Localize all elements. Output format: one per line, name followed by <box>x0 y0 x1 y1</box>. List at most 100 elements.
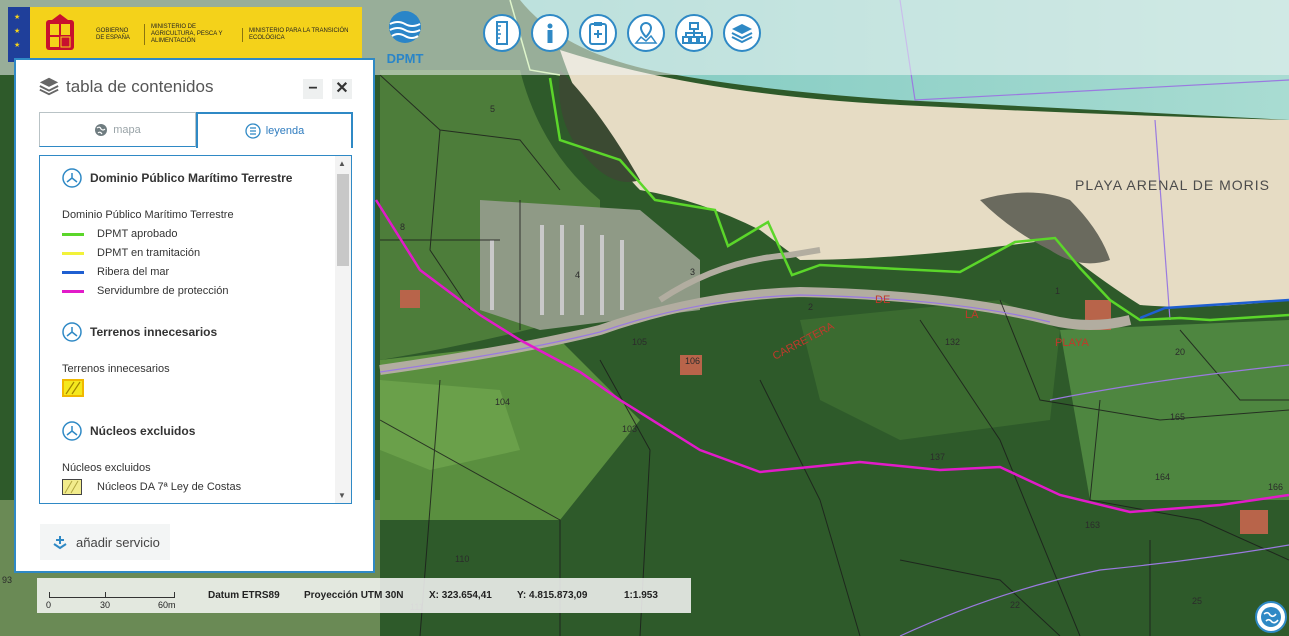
legend-group-title: Dominio Público Marítimo Terrestre <box>90 171 293 185</box>
legend-subtitle: Terrenos innecesarios <box>62 363 170 375</box>
legend-group-title: Núcleos excluidos <box>90 424 196 438</box>
legend-line-swatch <box>62 270 84 274</box>
info-button[interactable] <box>531 14 569 52</box>
map-label-beach: PLAYA ARENAL DE MORIS <box>1075 177 1270 193</box>
toc-header[interactable]: tabla de contenidos − ✕ <box>16 60 373 112</box>
legend-item-label: DPMT aprobado <box>97 228 178 240</box>
scroll-up-icon[interactable]: ▲ <box>338 159 346 168</box>
parcel-label: 137 <box>930 452 945 462</box>
tab-mapa[interactable]: mapa <box>39 112 196 147</box>
scale-bar <box>49 592 175 598</box>
add-service-label: añadir servicio <box>76 534 160 550</box>
add-service-button[interactable]: añadir servicio <box>40 524 170 560</box>
tab-mapa-label: mapa <box>113 123 141 136</box>
legend-icon <box>245 123 261 139</box>
scale-bar-tick <box>105 592 106 598</box>
x-coordinate: X: 323.654,41 <box>429 590 492 601</box>
locate-button[interactable] <box>627 14 665 52</box>
parcel-label: 3 <box>690 267 695 277</box>
legend-line-swatch <box>62 289 84 293</box>
legend-group-nucleos[interactable]: Núcleos excluidos <box>62 421 195 441</box>
legend-group-title: Terrenos innecesarios <box>90 325 218 339</box>
parcel-label: 1 <box>1055 286 1060 296</box>
legend-item-label: DPMT en tramitación <box>97 247 201 259</box>
gov-label: GOBIERNO DE ESPAÑA <box>96 27 130 41</box>
parcel-label: 8 <box>400 222 405 232</box>
coat-of-arms-icon <box>46 13 74 50</box>
clipboard-icon <box>589 22 607 45</box>
ministry-label: MINISTERIO DE AGRICULTURA, PESCA Y ALIME… <box>144 24 236 45</box>
close-button[interactable]: ✕ <box>332 79 352 99</box>
scroll-down-icon[interactable]: ▼ <box>338 491 346 500</box>
legend-group-dpmt[interactable]: Dominio Público Marítimo Terrestre <box>62 168 292 188</box>
parcel-label: 104 <box>495 397 510 407</box>
parcel-label: 105 <box>632 337 647 347</box>
eu-flag-icon: ★ ★ ★ <box>8 7 30 62</box>
parcel-label: 110 <box>455 554 469 564</box>
parcel-label: 106 <box>685 356 700 366</box>
legend-item: DPMT en tramitación <box>62 247 200 259</box>
map-pin-icon <box>634 21 658 44</box>
add-service-icon <box>53 536 67 550</box>
legend-group-terrenos[interactable]: Terrenos innecesarios <box>62 322 217 342</box>
scale-label: 60m <box>158 600 176 610</box>
scale-label: 30 <box>100 600 111 610</box>
layers-icon <box>39 77 59 96</box>
basemap-button[interactable] <box>1255 601 1287 633</box>
parcel-label: 4 <box>575 270 580 280</box>
parcel-label: 165 <box>1170 412 1185 422</box>
ruler-icon <box>496 21 508 45</box>
legend-item-label: Ribera del mar <box>97 266 170 278</box>
map-label-road: LA <box>965 309 979 321</box>
dpmt-logo: DPMT <box>380 10 430 66</box>
scale-label: 0 <box>46 600 52 610</box>
parcel-label: 163 <box>1085 520 1100 530</box>
layers-icon <box>731 24 753 44</box>
clipboard-button[interactable] <box>579 14 617 52</box>
toc-tabs: mapa leyenda <box>39 112 353 148</box>
hatched-swatch <box>62 379 84 397</box>
measure-button[interactable] <box>483 14 521 52</box>
parcel-label: 22 <box>1010 600 1020 610</box>
legend-scrollbar[interactable]: ▲ ▼ <box>335 156 351 503</box>
legend-list[interactable]: Dominio Público Marítimo Terrestre Domin… <box>39 155 352 504</box>
legend-item: Servidumbre de protección <box>62 285 228 297</box>
legend-item <box>62 379 84 397</box>
legend-line-swatch <box>62 251 84 255</box>
hierarchy-button[interactable] <box>675 14 713 52</box>
app-logo-text: DPMT <box>386 51 424 66</box>
projection-label: Proyección UTM 30N <box>304 590 404 601</box>
y-coordinate: Y: 4.815.873,09 <box>517 590 588 601</box>
service-icon <box>62 421 82 441</box>
parcel-label: 2 <box>808 302 813 312</box>
legend-item: Ribera del mar <box>62 266 169 278</box>
legend-item-label: Servidumbre de protección <box>97 285 229 297</box>
info-icon <box>547 23 553 43</box>
legend-item: Núcleos DA 7ª Ley de Costas <box>62 479 241 495</box>
main-toolbar <box>483 14 761 52</box>
parcel-label: 5 <box>490 104 495 114</box>
parcel-label: 132 <box>945 337 960 347</box>
parcel-label: 166 <box>1268 482 1283 492</box>
map-scale: 1:1.953 <box>624 590 658 601</box>
layers-button[interactable] <box>723 14 761 52</box>
legend-subtitle: Núcleos excluidos <box>62 462 151 474</box>
table-of-contents-panel: tabla de contenidos − ✕ mapa leyenda Dom… <box>14 58 375 573</box>
globe-icon <box>1261 607 1281 627</box>
sitemap-icon <box>682 22 706 44</box>
datum-label: Datum ETRS89 <box>208 590 280 601</box>
service-icon <box>62 322 82 342</box>
parcel-label: 25 <box>1192 596 1202 606</box>
legend-subtitle: Dominio Público Marítimo Terrestre <box>62 209 234 221</box>
minimize-button[interactable]: − <box>303 79 323 99</box>
tab-leyenda[interactable]: leyenda <box>196 112 353 148</box>
service-icon <box>62 168 82 188</box>
map-label-road: DE <box>875 294 890 306</box>
toc-title: tabla de contenidos <box>66 77 214 96</box>
parcel-label: 20 <box>1175 347 1185 357</box>
government-logo: ★ ★ ★ GOBIERNO DE ESPAÑA MINISTERIO DE AGR… <box>8 7 362 62</box>
globe-icon <box>95 123 108 136</box>
scrollbar-thumb[interactable] <box>337 174 349 266</box>
legend-line-swatch <box>62 232 84 236</box>
parcel-label: 93 <box>2 575 12 585</box>
